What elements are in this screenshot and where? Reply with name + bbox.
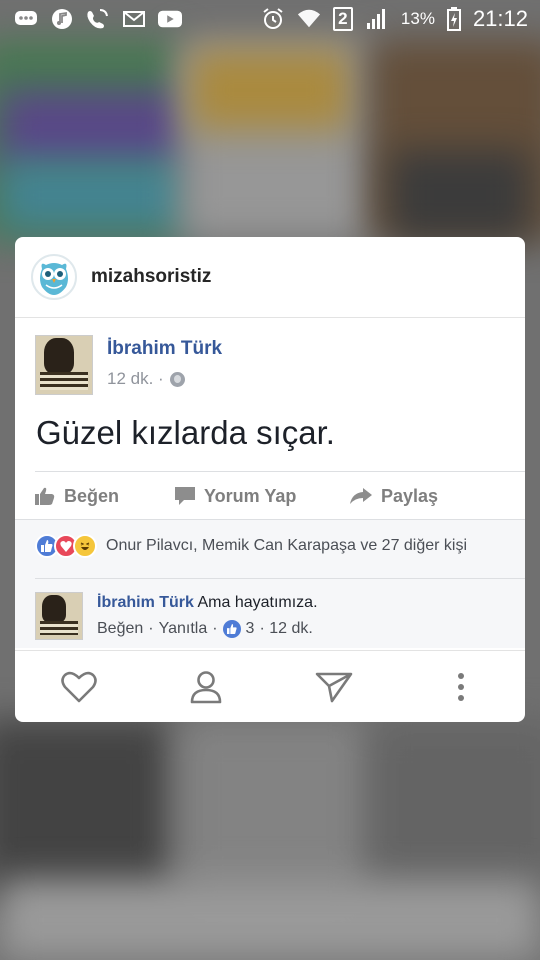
comment-text-line: İbrahim Türk Ama hayatımıza. — [97, 594, 318, 612]
comment-like-count: 3 — [245, 620, 255, 637]
comment-label: Yorum Yap — [204, 485, 297, 506]
alarm-icon — [261, 8, 285, 30]
thumbs-up-icon — [35, 487, 55, 505]
card-header: mizahsoristiz — [15, 237, 525, 318]
account-name[interactable]: mizahsoristiz — [91, 266, 211, 288]
account-avatar[interactable] — [31, 254, 77, 300]
music-icon — [50, 8, 74, 30]
youtube-icon — [158, 8, 182, 30]
battery-charging-icon — [446, 7, 461, 31]
comment-icon — [175, 487, 195, 505]
clock: 21:12 — [472, 6, 528, 31]
share-arrow-icon — [350, 488, 372, 504]
shared-post-image: İbrahim Türk 12 dk. · Güzel kızlarda sıç… — [15, 318, 525, 648]
mail-icon — [122, 8, 146, 30]
post-author-row: İbrahim Türk 12 dk. · — [35, 335, 222, 395]
share-label: Paylaş — [381, 485, 439, 506]
profile-icon — [190, 670, 222, 703]
comment-text: Ama hayatımıza. — [193, 594, 318, 611]
commenter-avatar — [35, 592, 83, 640]
status-bar: 2 13% 21:12 — [0, 0, 540, 38]
reactions-summary: Onur Pilavcı, Memik Can Karapaşa ve 27 d… — [35, 534, 467, 558]
divider — [35, 471, 525, 472]
haha-reaction-icon — [73, 534, 97, 558]
post-preview-card: mizahsoristiz İbrahim Türk 12 dk. · Güze… — [15, 237, 525, 722]
send-button[interactable] — [304, 662, 364, 712]
more-icon — [458, 672, 465, 701]
reactions-text: Onur Pilavcı, Memik Can Karapaşa ve 27 d… — [106, 537, 468, 554]
view-profile-button[interactable] — [176, 662, 236, 712]
post-action-bar: Beğen Yorum Yap Paylaş — [35, 476, 525, 516]
like-label: Beğen — [64, 485, 120, 506]
author-avatar — [35, 335, 93, 395]
more-options-button[interactable] — [431, 662, 491, 712]
heart-icon — [60, 671, 97, 702]
globe-icon — [169, 371, 185, 387]
comment-action: Yorum Yap — [175, 486, 350, 507]
separator: · — [148, 620, 154, 637]
divider — [35, 578, 525, 579]
separator: · — [212, 620, 218, 637]
comment-author: İbrahim Türk — [97, 594, 194, 611]
comment-like-count-icon — [222, 620, 241, 638]
post-text: Güzel kızlarda sıçar. — [36, 414, 335, 451]
card-footer-actions — [15, 650, 525, 722]
comment-meta: Beğen · Yanıtla · 3 · 12 dk. — [97, 620, 318, 638]
sim-indicator: 2 — [332, 7, 353, 31]
signal-icon — [365, 8, 389, 30]
comment-reply-label: Yanıtla — [158, 620, 208, 637]
owl-logo-icon — [40, 263, 68, 295]
comment-time: · 12 dk. — [259, 620, 313, 637]
post-author-name: İbrahim Türk — [107, 338, 223, 359]
wifi-calling-icon — [86, 8, 110, 30]
messages-icon — [14, 8, 38, 30]
like-action: Beğen — [35, 486, 175, 507]
comments-area: Onur Pilavcı, Memik Can Karapaşa ve 27 d… — [15, 519, 525, 648]
post-time: 12 dk. · — [107, 369, 164, 388]
wifi-icon — [297, 8, 321, 30]
share-action: Paylaş — [350, 486, 438, 507]
comment: İbrahim Türk Ama hayatımıza. Beğen · Yan… — [35, 592, 318, 640]
like-button[interactable] — [49, 662, 109, 712]
comment-like-label: Beğen — [97, 620, 144, 637]
battery-percent: 13% — [400, 9, 435, 28]
send-icon — [315, 672, 353, 702]
